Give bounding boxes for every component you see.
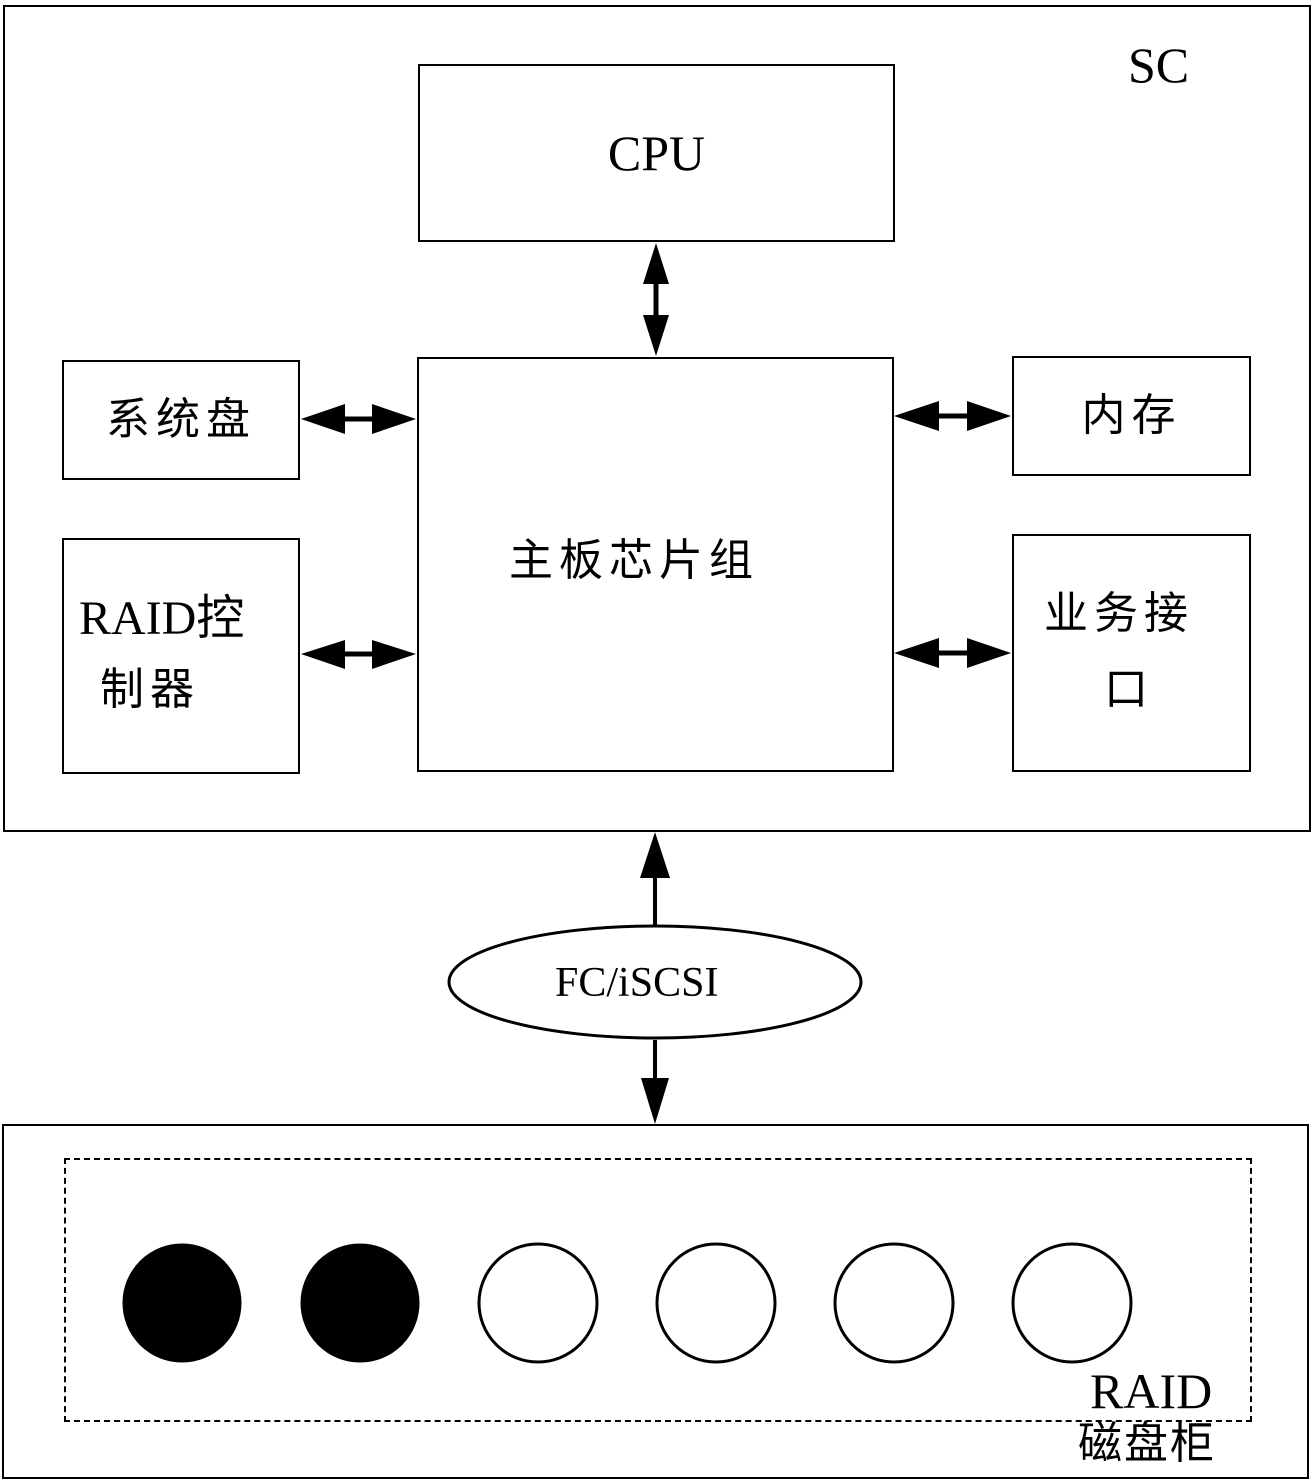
disk-empty (1011, 1242, 1133, 1364)
disk-empty (655, 1242, 777, 1364)
raid-cabinet-label-line1: RAID (1090, 1363, 1213, 1419)
disk-empty (477, 1242, 599, 1364)
disk-filled (122, 1243, 242, 1363)
disk-empty (833, 1242, 955, 1364)
disk-filled (300, 1243, 420, 1363)
raid-cabinet-label-line2: 磁盘柜 (1078, 1418, 1216, 1469)
disk-layer (122, 1242, 1133, 1364)
